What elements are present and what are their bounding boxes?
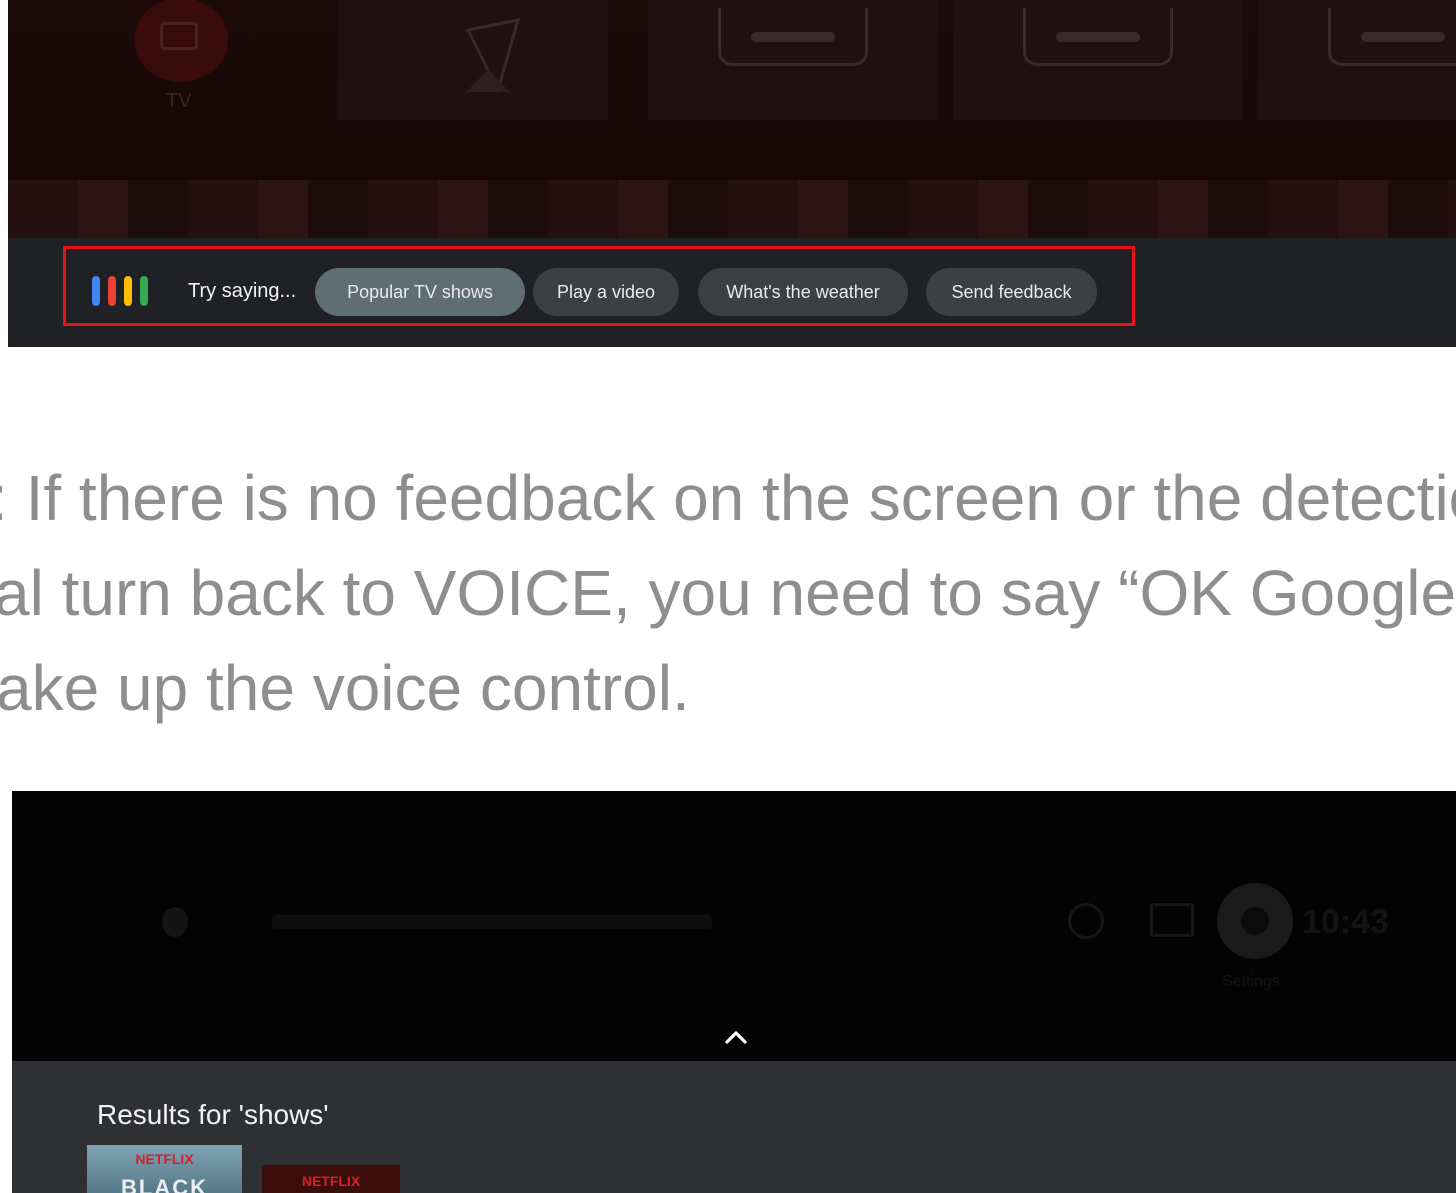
clock: 10:43 [1302, 903, 1389, 941]
netflix-logo: NETFLIX [301, 1173, 361, 1189]
dimmed-top-bar: 10:43 Settings [12, 791, 1456, 1061]
home-screen-dimmed: TV [8, 0, 1456, 238]
voice-results-screenshot: 10:43 Settings Results for 'shows' NETFL… [12, 791, 1456, 1193]
result-thumbnail-2[interactable]: NETFLIX [262, 1165, 400, 1193]
input-source-icon[interactable] [1150, 903, 1194, 937]
faint-search-query [272, 915, 712, 929]
input-card-hdmi-1[interactable] [648, 0, 938, 120]
note-text-3: ake up the voice control. [0, 652, 690, 724]
tv-icon [160, 22, 198, 50]
netflix-logo: NETFLIX [135, 1151, 194, 1167]
note-line-3: ake up the voice control. [0, 640, 1456, 736]
hdmi-icon [1328, 8, 1456, 66]
settings-gear-icon[interactable] [1217, 883, 1293, 959]
antenna-icon [465, 18, 521, 95]
note-text-2: al turn back to VOICE, you need to say “… [0, 557, 1456, 629]
input-card-hdmi-3[interactable] [1258, 0, 1456, 120]
result-thumbnail-1[interactable]: NETFLIX BLACK [87, 1145, 242, 1193]
input-card-antenna[interactable] [338, 0, 608, 120]
tv-home-screenshot: TV Try saying... Popular TV shows Play a… [8, 0, 1456, 347]
notification-icon[interactable] [1068, 903, 1104, 939]
note-line-1: : If there is no feedback on the screen … [0, 450, 1456, 546]
google-logo-icon [162, 907, 188, 937]
settings-label: Settings [1222, 973, 1280, 990]
results-panel: Results for 'shows' NETFLIX BLACK NETFLI… [12, 1061, 1456, 1193]
note-text-1: : If there is no feedback on the screen … [0, 462, 1456, 534]
tv-app-label: TV [166, 90, 192, 112]
results-title: Results for 'shows' [97, 1099, 329, 1130]
content-thumbnail-row [8, 180, 1456, 238]
assistant-suggestion-bar: Try saying... Popular TV shows Play a vi… [8, 238, 1456, 347]
thumbnail-title: BLACK [121, 1175, 208, 1193]
chevron-up-icon[interactable] [724, 1025, 748, 1049]
input-card-hdmi-2[interactable] [953, 0, 1243, 120]
hdmi-icon [718, 8, 868, 66]
faint-search-bar[interactable] [162, 901, 722, 941]
note-line-2: al turn back to VOICE, you need to say “… [0, 545, 1456, 641]
hdmi-icon [1023, 8, 1173, 66]
red-highlight-box [63, 246, 1135, 326]
